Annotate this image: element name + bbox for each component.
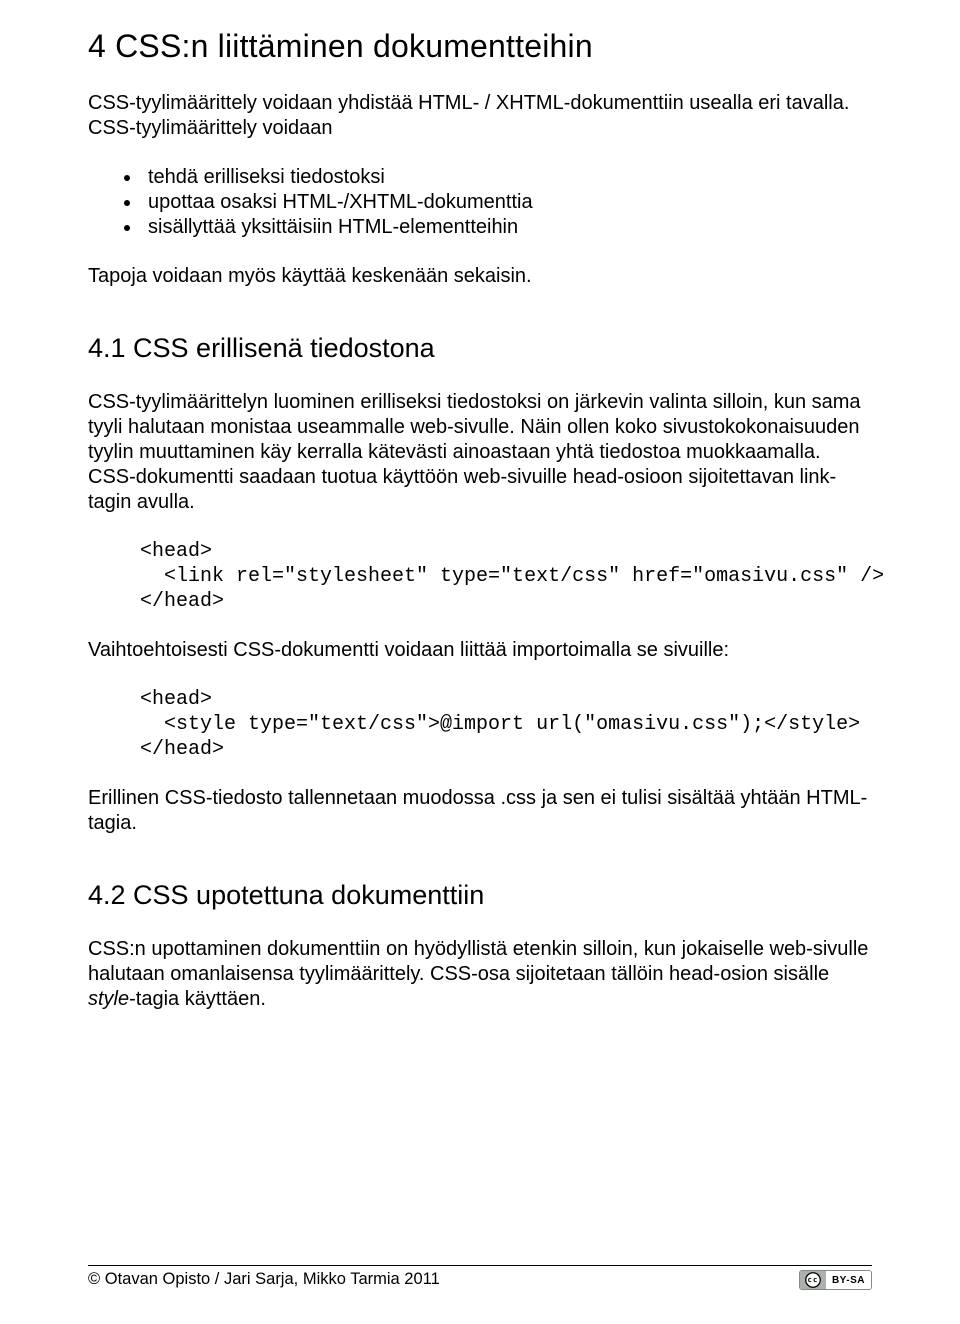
section-4-1-paragraph-1: CSS-tyylimäärittelyn luominen erilliseks… — [88, 390, 872, 515]
intro-paragraph-1: CSS-tyylimäärittely voidaan yhdistää HTM… — [88, 91, 872, 141]
page-footer: © Otavan Opisto / Jari Sarja, Mikko Tarm… — [88, 1265, 872, 1290]
list-item: upottaa osaksi HTML-/XHTML-dokumenttia — [88, 190, 872, 215]
heading-4-1: 4.1 CSS erillisenä tiedostona — [88, 333, 872, 364]
document-page: 4 CSS:n liittäminen dokumentteihin CSS-t… — [0, 0, 960, 1324]
heading-4-2: 4.2 CSS upotettuna dokumenttiin — [88, 880, 872, 911]
section-4-2-paragraph-1: CSS:n upottaminen dokumenttiin on hyödyl… — [88, 937, 872, 1012]
code-block-link: <head> <link rel="stylesheet" type="text… — [140, 539, 872, 614]
section-4-1-paragraph-3: Erillinen CSS-tiedosto tallennetaan muod… — [88, 786, 872, 836]
list-item: tehdä erilliseksi tiedostoksi — [88, 165, 872, 190]
code-block-import: <head> <style type="text/css">@import ur… — [140, 687, 872, 762]
cc-icon — [800, 1271, 826, 1289]
copyright-text: © Otavan Opisto / Jari Sarja, Mikko Tarm… — [88, 1270, 440, 1289]
text-fragment: CSS:n upottaminen dokumenttiin on hyödyl… — [88, 938, 868, 985]
heading-4: 4 CSS:n liittäminen dokumentteihin — [88, 28, 872, 65]
text-fragment: -tagia käyttäen. — [129, 988, 266, 1010]
list-item: sisällyttää yksittäisiin HTML-elementtei… — [88, 215, 872, 240]
cc-license-badge: BY-SA — [799, 1270, 872, 1290]
cc-license-text: BY-SA — [826, 1271, 871, 1289]
intro-paragraph-2: Tapoja voidaan myös käyttää keskenään se… — [88, 264, 872, 289]
capabilities-list: tehdä erilliseksi tiedostoksi upottaa os… — [88, 165, 872, 240]
style-keyword: style — [88, 988, 129, 1010]
section-4-1-paragraph-2: Vaihtoehtoisesti CSS-dokumentti voidaan … — [88, 638, 872, 663]
